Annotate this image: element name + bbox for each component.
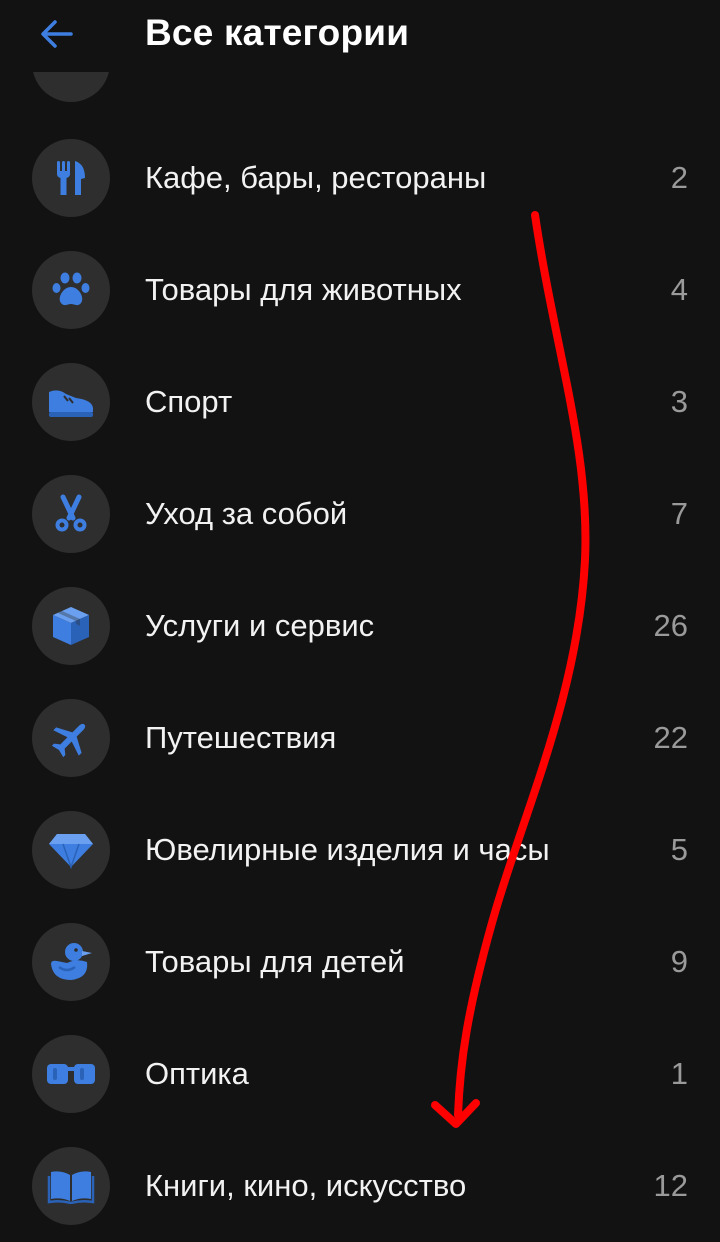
category-row-kids[interactable]: Товары для детей 9 — [0, 906, 720, 1018]
category-label: Ювелирные изделия и часы — [145, 832, 550, 867]
category-row-books[interactable]: Книги, кино, искусство 12 — [0, 1130, 720, 1242]
category-row-pets[interactable]: Товары для животных 4 — [0, 234, 720, 346]
category-row-services[interactable]: Услуги и сервис 26 — [0, 570, 720, 682]
category-label: Уход за собой — [145, 496, 348, 531]
category-row-selfcare[interactable]: Уход за собой 7 — [0, 458, 720, 570]
sneaker-icon — [32, 363, 110, 441]
category-label: Услуги и сервис — [145, 608, 375, 643]
arrow-left-icon — [41, 20, 73, 48]
category-count: 5 — [670, 832, 688, 867]
category-count: 9 — [670, 944, 688, 979]
fork-knife-icon — [32, 139, 110, 217]
category-count: 2 — [670, 160, 688, 195]
page-title: Все категории — [145, 12, 410, 53]
book-icon — [32, 1147, 110, 1225]
category-label: Спорт — [145, 384, 233, 419]
app-bar: Все категории — [0, 0, 720, 72]
category-count: 22 — [653, 720, 688, 755]
box-icon — [32, 587, 110, 665]
category-label: Товары для животных — [145, 272, 462, 307]
category-label: Кафе, бары, рестораны — [145, 160, 487, 195]
paw-icon — [32, 251, 110, 329]
category-count: 4 — [670, 272, 688, 307]
category-label: Путешествия — [145, 720, 337, 755]
category-label: Оптика — [145, 1056, 249, 1091]
category-label: Книги, кино, искусство — [145, 1168, 467, 1203]
category-count: 12 — [653, 1168, 688, 1203]
duck-icon — [32, 923, 110, 1001]
category-row-sport[interactable]: Спорт 3 — [0, 346, 720, 458]
category-count: 7 — [670, 496, 688, 531]
airplane-icon — [32, 699, 110, 777]
glasses-icon — [32, 1035, 110, 1113]
category-count: 26 — [653, 608, 688, 643]
diamond-icon — [32, 811, 110, 889]
category-list: Кафе, бары, рестораны 2 Товары для живот… — [0, 0, 720, 1241]
category-count: 3 — [670, 384, 688, 419]
category-label: Товары для детей — [145, 944, 405, 979]
category-row-optics[interactable]: Оптика 1 — [0, 1018, 720, 1130]
scissors-icon — [32, 475, 110, 553]
category-row-travel[interactable]: Путешествия 22 — [0, 682, 720, 794]
category-row-cafe[interactable]: Кафе, бары, рестораны 2 — [0, 122, 720, 234]
back-button[interactable] — [28, 8, 84, 60]
category-row-jewelry[interactable]: Ювелирные изделия и часы 5 — [0, 794, 720, 906]
category-count: 1 — [670, 1056, 688, 1091]
